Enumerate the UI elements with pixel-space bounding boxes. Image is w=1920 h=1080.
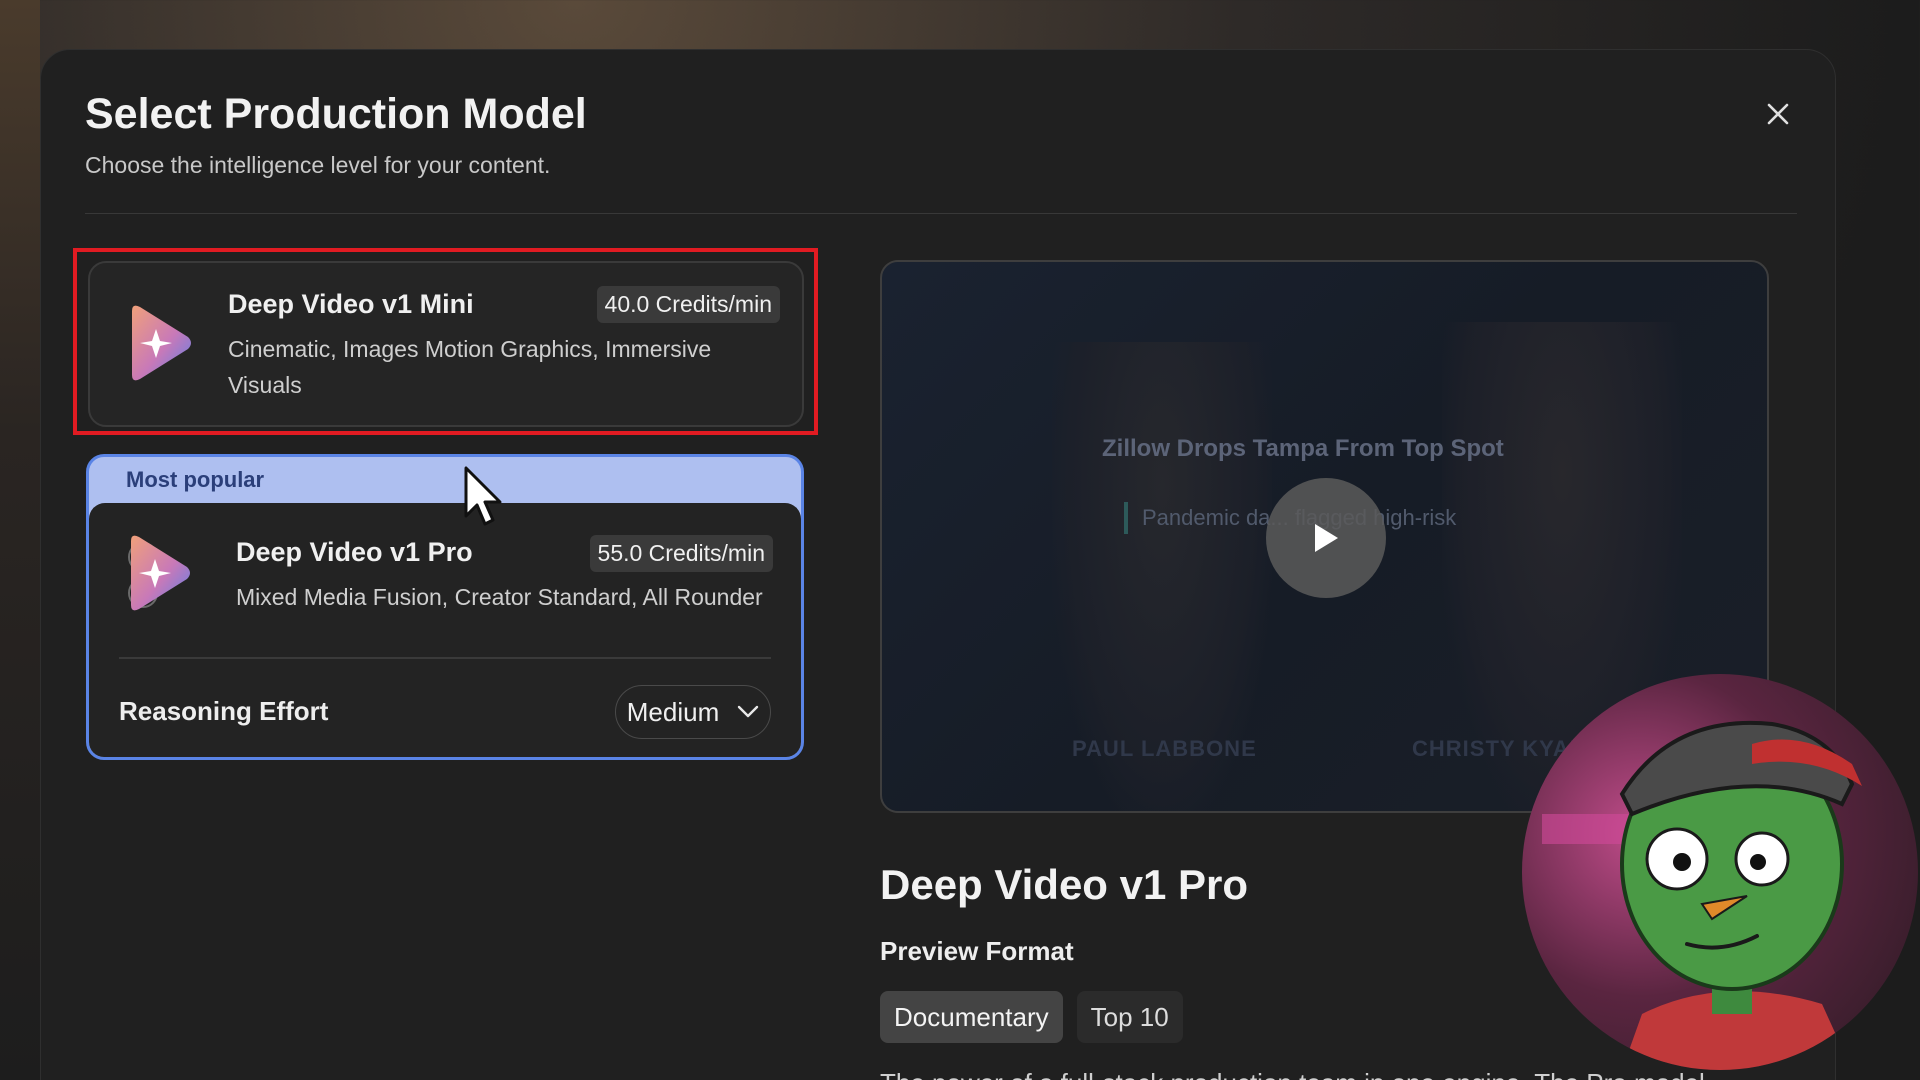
backdrop [0,0,40,1080]
model-detail-description: The power of a full-stack production tea… [880,1068,1705,1080]
mouse-cursor-icon [464,466,502,526]
video-headline: Zillow Drops Tampa From Top Spot [1102,435,1504,462]
streamer-avatar [1522,674,1918,1070]
preview-format-tabs: Documentary Top 10 [880,991,1183,1043]
reasoning-effort-value: Medium [626,696,720,727]
play-button[interactable] [1266,478,1386,598]
video-lower-third-left: PAUL LABBONE [1072,736,1257,761]
reasoning-effort-label: Reasoning Effort [119,696,329,726]
model-description: Mixed Media Fusion, Creator Standard, Al… [236,584,763,610]
preview-format-label: Preview Format [880,936,1074,966]
format-tab-documentary[interactable]: Documentary [880,991,1063,1043]
model-card-pro[interactable]: Most popular Deep Video v1 Pro 55.0 Cred… [86,454,804,760]
header-divider [85,213,1797,214]
modal-subtitle: Choose the intelligence level for your c… [85,152,551,178]
model-card-pro-body: Deep Video v1 Pro 55.0 Credits/min Mixed… [89,503,801,757]
credits-badge: 55.0 Credits/min [589,535,773,572]
model-name: Deep Video v1 Pro [236,537,473,567]
sparkle-play-icon [128,535,190,611]
format-tab-top-10[interactable]: Top 10 [1076,991,1183,1043]
close-button[interactable] [1758,94,1798,134]
reasoning-effort-select[interactable]: Medium [615,685,771,739]
most-popular-badge: Most popular [126,467,265,492]
modal-title: Select Production Model [85,90,587,138]
close-icon [1767,103,1789,125]
card-divider [119,657,771,659]
cartoon-character-avatar [1542,720,1862,1070]
selected-model-title: Deep Video v1 Pro [880,861,1249,908]
chevron-down-icon [738,705,759,718]
play-icon [1315,524,1338,552]
selection-highlight [73,248,818,435]
